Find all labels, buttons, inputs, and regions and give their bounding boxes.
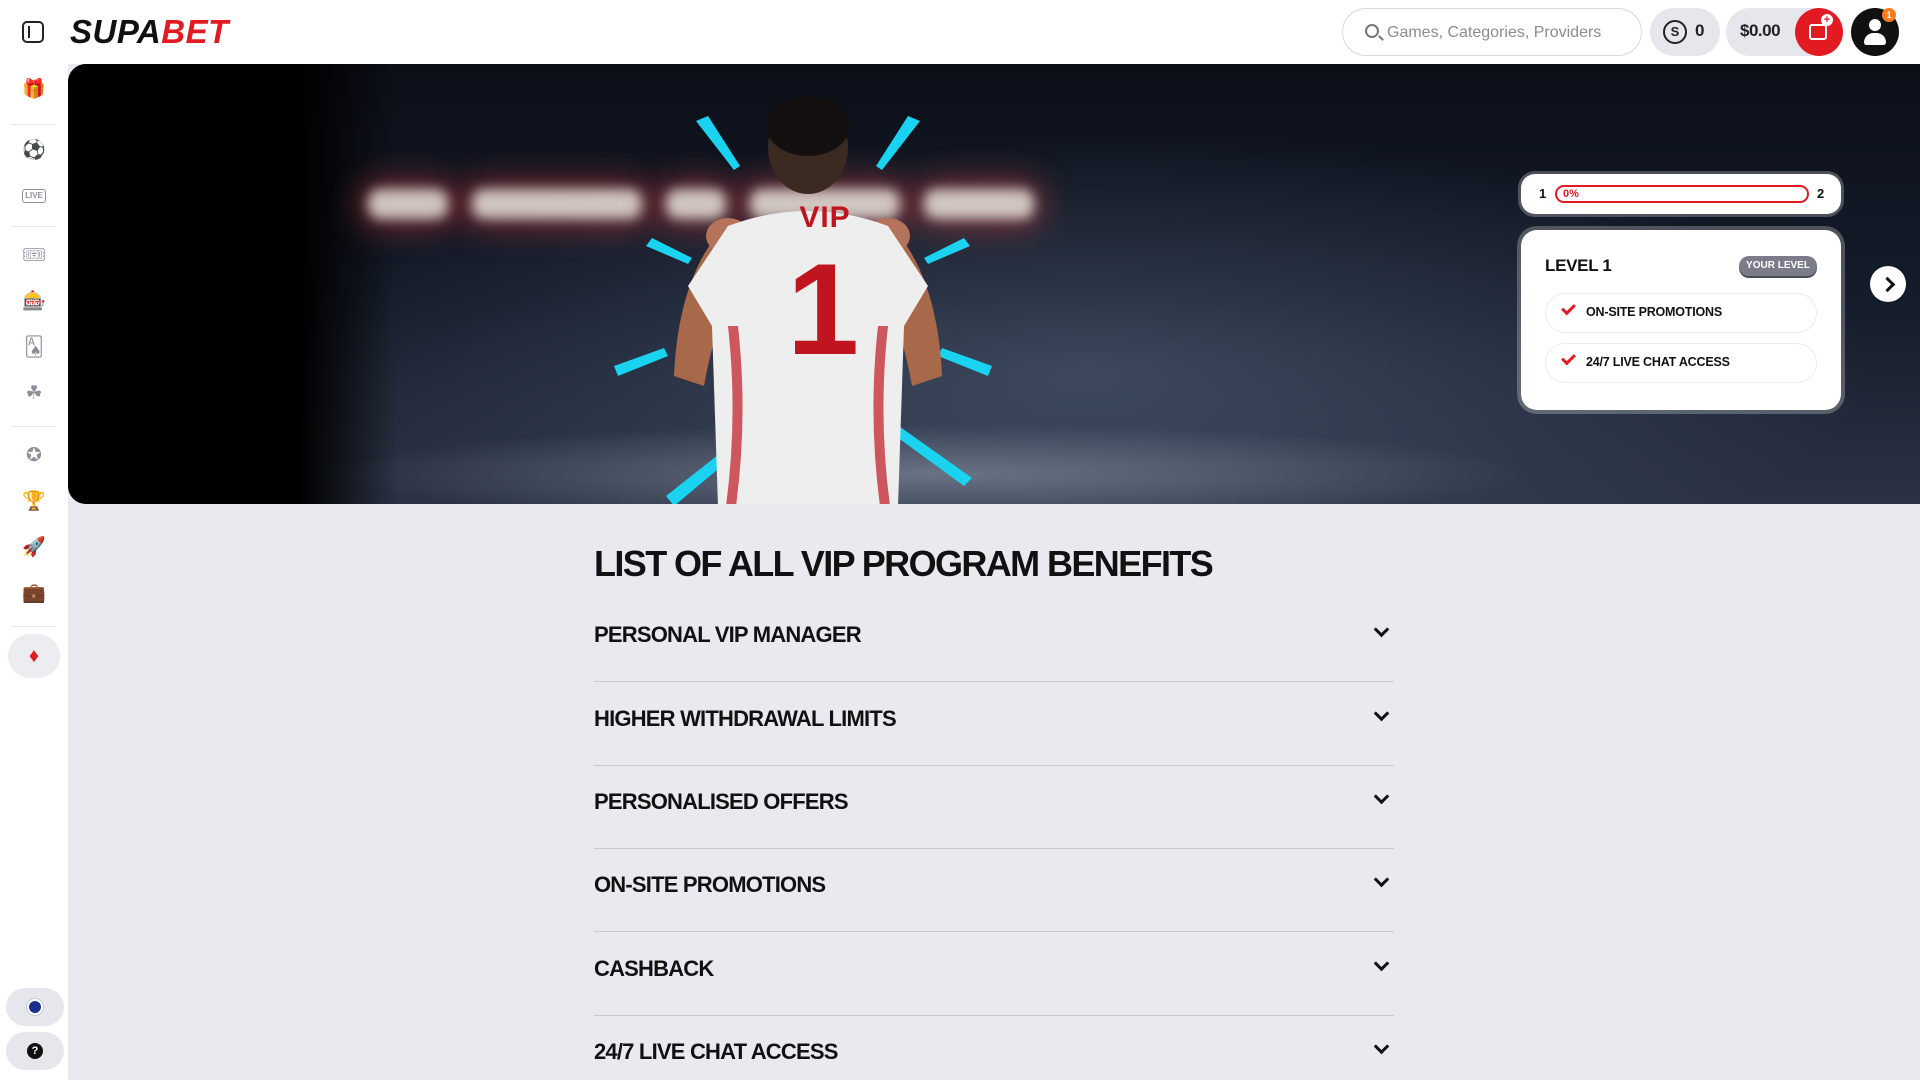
star-badge-icon[interactable]: ✪ bbox=[18, 440, 50, 472]
sidebar-item-vip[interactable]: ♦ bbox=[8, 634, 60, 678]
gift-icon[interactable]: 🎁 bbox=[18, 74, 50, 106]
user-icon-body bbox=[1864, 33, 1886, 45]
level-progress-bar: 0% bbox=[1555, 185, 1809, 203]
perk-label: 24/7 LIVE CHAT ACCESS bbox=[1586, 355, 1730, 369]
treasure-chest-icon[interactable]: 💼 bbox=[18, 578, 50, 610]
chevron-down-icon[interactable] bbox=[1373, 705, 1390, 722]
benefit-row-live-chat-access[interactable]: 24/7 LIVE CHAT ACCESS bbox=[594, 1016, 1394, 1080]
logo-accent-text: BET bbox=[161, 13, 229, 50]
sidebar: 🎁 ⚽ LIVE 🎟 🎰 🂡 ☘ ✪ 🏆 🚀 💼 ♦ ? bbox=[0, 64, 68, 1080]
notification-badge: 1 bbox=[1882, 8, 1896, 22]
shirt-number: 1 bbox=[786, 236, 860, 382]
language-selector[interactable] bbox=[6, 988, 64, 1026]
progress-to-level: 2 bbox=[1817, 186, 1825, 201]
benefit-row-on-site-promotions[interactable]: ON-SITE PROMOTIONS bbox=[594, 849, 1394, 932]
check-icon bbox=[1561, 300, 1576, 316]
next-level-arrow-icon[interactable] bbox=[1870, 266, 1906, 302]
coins-count: 0 bbox=[1695, 21, 1705, 40]
benefit-label: HIGHER WITHDRAWAL LIMITS bbox=[594, 706, 897, 731]
balance-amount: $0.00 bbox=[1740, 21, 1781, 40]
coin-icon: S bbox=[1663, 20, 1687, 44]
chevron-down-icon[interactable] bbox=[1373, 1038, 1390, 1055]
sidebar-divider bbox=[12, 124, 56, 125]
help-icon: ? bbox=[27, 1043, 43, 1059]
search-input[interactable] bbox=[1387, 21, 1627, 45]
search-bar[interactable] bbox=[1342, 8, 1642, 56]
sidebar-toggle-icon[interactable] bbox=[22, 21, 44, 43]
sidebar-divider bbox=[12, 626, 56, 627]
benefit-row-personal-vip-manager[interactable]: PERSONAL VIP MANAGER bbox=[594, 599, 1394, 682]
sidebar-divider bbox=[12, 226, 56, 227]
user-icon-head bbox=[1869, 19, 1881, 31]
benefit-label: PERSONALISED OFFERS bbox=[594, 789, 849, 814]
soccer-ball-icon[interactable]: ⚽ bbox=[18, 135, 50, 167]
sidebar-divider bbox=[12, 426, 56, 427]
level-title: LEVEL 1 bbox=[1545, 256, 1612, 275]
live-label: LIVE bbox=[22, 189, 46, 203]
perk-item: 24/7 LIVE CHAT ACCESS bbox=[1545, 343, 1817, 383]
slot-machine-icon[interactable]: 🎰 bbox=[18, 286, 50, 318]
cards-icon[interactable]: 🂡 bbox=[18, 332, 50, 364]
top-header: SUPABET S 0 $0.00 1 bbox=[0, 0, 1920, 64]
live-icon[interactable]: LIVE bbox=[18, 180, 50, 212]
clover-icon[interactable]: ☘ bbox=[18, 378, 50, 410]
ticket-icon[interactable]: 🎟 bbox=[18, 240, 50, 272]
perk-label: ON-SITE PROMOTIONS bbox=[1586, 305, 1722, 319]
benefit-row-cashback[interactable]: CASHBACK bbox=[594, 933, 1394, 1016]
level-progress-card: 1 0% 2 bbox=[1521, 174, 1841, 214]
shirt-vip-text: VIP bbox=[799, 201, 851, 234]
rocket-icon[interactable]: 🚀 bbox=[18, 532, 50, 564]
chevron-down-icon[interactable] bbox=[1373, 788, 1390, 805]
logo-primary-text: SUPA bbox=[70, 13, 162, 50]
australia-flag-icon bbox=[27, 999, 43, 1015]
wallet-plus-icon bbox=[1809, 14, 1833, 40]
benefit-label: CASHBACK bbox=[594, 956, 714, 981]
progress-percent: 0% bbox=[1563, 188, 1579, 200]
gem-icon: ♦ bbox=[28, 645, 40, 667]
benefit-row-personalised-offers[interactable]: PERSONALISED OFFERS bbox=[594, 766, 1394, 849]
check-icon bbox=[1561, 350, 1576, 366]
benefits-title: LIST OF ALL VIP PROGRAM BENEFITS bbox=[594, 543, 1214, 584]
search-icon bbox=[1365, 24, 1379, 38]
progress-from-level: 1 bbox=[1539, 186, 1547, 201]
help-button[interactable]: ? bbox=[6, 1032, 64, 1070]
benefit-label: 24/7 LIVE CHAT ACCESS bbox=[594, 1039, 838, 1064]
coins-button[interactable]: S 0 bbox=[1650, 8, 1720, 56]
benefit-label: PERSONAL VIP MANAGER bbox=[594, 622, 862, 647]
chevron-down-icon[interactable] bbox=[1373, 621, 1390, 638]
your-level-badge: YOUR LEVEL bbox=[1739, 256, 1817, 276]
logo[interactable]: SUPABET bbox=[70, 14, 229, 50]
benefit-row-higher-withdrawal-limits[interactable]: HIGHER WITHDRAWAL LIMITS bbox=[594, 683, 1394, 766]
level-card: LEVEL 1 YOUR LEVEL ON-SITE PROMOTIONS 24… bbox=[1521, 230, 1841, 410]
chevron-down-icon[interactable] bbox=[1373, 955, 1390, 972]
benefit-label: ON-SITE PROMOTIONS bbox=[594, 872, 826, 897]
deposit-button[interactable] bbox=[1795, 8, 1843, 56]
trophy-icon[interactable]: 🏆 bbox=[18, 486, 50, 518]
chevron-down-icon[interactable] bbox=[1373, 871, 1390, 888]
perk-item: ON-SITE PROMOTIONS bbox=[1545, 293, 1817, 333]
